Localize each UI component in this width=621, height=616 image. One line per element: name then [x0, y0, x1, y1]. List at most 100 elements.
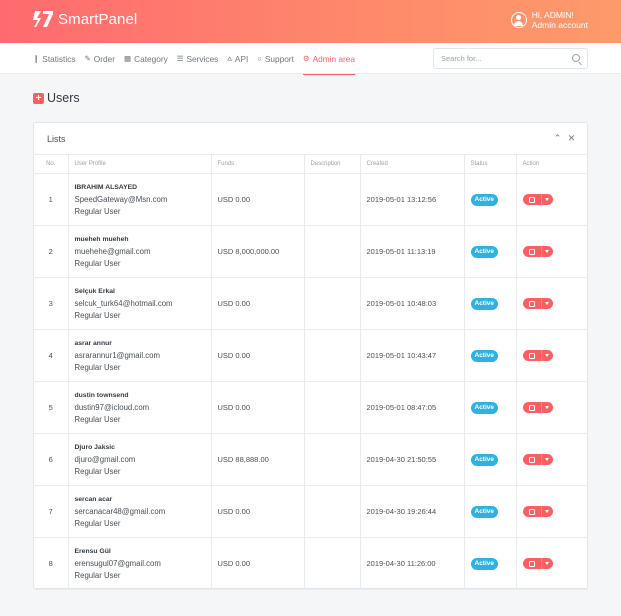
status-badge[interactable]: Active [470, 193, 499, 206]
user-email: selcuk_turk64@hotmail.com [74, 298, 173, 308]
action-cell [516, 329, 588, 382]
action-button-group [522, 194, 553, 205]
row-number: 1 [34, 173, 69, 226]
chat-icon: ○ [257, 54, 262, 63]
search-box [433, 48, 588, 69]
user-role: Regular User [74, 258, 121, 268]
action-dropdown-button[interactable] [542, 506, 553, 517]
account-menu[interactable]: Hi, ADMIN! Admin account [510, 10, 588, 30]
edit-button[interactable] [523, 194, 542, 205]
nav-item-statistics[interactable]: ❙ Statistics [33, 43, 76, 74]
nav-item-label: Order [93, 53, 116, 64]
status-badge[interactable]: Active [470, 401, 499, 414]
created-cell: 2019-04-30 21:50:55 [360, 433, 465, 486]
user-profile-cell: Djuro Jaksic djuro@gmail.com Regular User [68, 433, 212, 486]
status-cell: Active [464, 433, 517, 486]
action-dropdown-button[interactable] [542, 454, 553, 465]
created-cell: 2019-05-01 10:43:47 [360, 329, 465, 382]
action-button-group [522, 506, 553, 517]
user-name: dustin townsend [74, 391, 129, 399]
col-header-description[interactable]: Description [304, 154, 361, 174]
row-number: 4 [34, 329, 69, 382]
edit-button[interactable] [523, 402, 542, 413]
status-badge[interactable]: Active [470, 349, 499, 362]
description-cell [304, 433, 361, 486]
edit-button[interactable] [523, 506, 542, 517]
col-header-created[interactable]: Created [360, 154, 465, 174]
status-badge[interactable]: Active [470, 297, 499, 310]
edit-button[interactable] [523, 454, 542, 465]
status-cell: Active [464, 277, 517, 330]
user-role: Regular User [74, 362, 121, 372]
col-header-funds[interactable]: Funds [211, 154, 305, 174]
edit-button[interactable] [523, 246, 542, 257]
edit-icon [528, 404, 535, 411]
nav-item-label: Category [134, 53, 168, 64]
brand[interactable]: SmartPanel [32, 9, 137, 29]
description-cell [304, 485, 361, 538]
action-dropdown-button[interactable] [542, 350, 553, 361]
chevron-down-icon [545, 510, 549, 513]
status-badge[interactable]: Active [470, 557, 499, 570]
action-dropdown-button[interactable] [542, 194, 553, 205]
user-name: Djuro Jaksic [74, 443, 115, 451]
page-title-text: Users [47, 91, 80, 105]
status-cell: Active [464, 225, 517, 278]
col-header-action: Action [516, 154, 588, 174]
user-name: mueheh mueheh [74, 235, 129, 243]
description-cell [304, 173, 361, 226]
nav-item-support[interactable]: ○ Support [257, 43, 294, 74]
search-input[interactable] [434, 49, 564, 68]
action-dropdown-button[interactable] [542, 246, 553, 257]
nav-item-services[interactable]: ☰ Services [177, 43, 219, 74]
edit-icon [528, 352, 535, 359]
nav-item-api[interactable]: ⩟ API [227, 43, 248, 74]
edit-icon [528, 300, 535, 307]
table-row: 3 Selçuk Erkal selcuk_turk64@hotmail.com Re… [34, 277, 588, 330]
col-header-no[interactable]: No. [34, 154, 69, 174]
action-cell [516, 537, 588, 590]
user-profile-cell: asrar annur asrarannur1@gmail.com Regular … [68, 329, 212, 382]
description-cell [304, 537, 361, 590]
status-badge[interactable]: Active [470, 453, 499, 466]
user-name: Selçuk Erkal [74, 287, 115, 295]
action-button-group [522, 558, 553, 569]
collapse-icon[interactable]: ⌃ [552, 133, 563, 144]
user-profile-cell: Selçuk Erkal selcuk_turk64@hotmail.com Reg… [68, 277, 212, 330]
user-email: muehehe@gmail.com [74, 246, 151, 256]
nav-item-category[interactable]: ▦ Category [124, 43, 168, 74]
funds-cell: USD 0.00 [211, 173, 305, 226]
status-cell: Active [464, 329, 517, 382]
nav-item-order[interactable]: ✎ Order [85, 43, 116, 74]
edit-icon [528, 560, 535, 567]
edit-button[interactable] [523, 298, 542, 309]
user-name: IBRAHIM ALSAYED [74, 183, 138, 191]
search-icon[interactable] [572, 54, 580, 62]
close-icon[interactable]: ✕ [566, 133, 577, 144]
action-cell [516, 433, 588, 486]
col-header-status[interactable]: Status [464, 154, 517, 174]
status-cell: Active [464, 485, 517, 538]
status-badge[interactable]: Active [470, 245, 499, 258]
edit-button[interactable] [523, 558, 542, 569]
main-nav: ❙ Statistics ✎ Order ▦ Category ☰ Services ⩟ API ○… [33, 43, 364, 75]
card-header: Lists ⌃ ✕ [34, 123, 587, 155]
action-cell [516, 381, 588, 434]
col-header-user-profile[interactable]: User Profile [68, 154, 212, 174]
user-role: Regular User [74, 570, 121, 580]
settings-icon: ⚙ [302, 54, 310, 63]
user-role: Regular User [74, 466, 121, 476]
action-dropdown-button[interactable] [542, 558, 553, 569]
user-email: erensugul07@gmail.com [74, 558, 161, 568]
status-badge[interactable]: Active [470, 505, 499, 518]
nav-item-admin-area[interactable]: ⚙ Admin area [302, 43, 356, 75]
top-header: SmartPanel Hi, ADMIN! Admin account [0, 0, 621, 43]
action-dropdown-button[interactable] [542, 402, 553, 413]
edit-button[interactable] [523, 350, 542, 361]
action-cell [516, 225, 588, 278]
created-cell: 2019-05-01 11:13:19 [360, 225, 465, 278]
action-dropdown-button[interactable] [542, 298, 553, 309]
bar-chart-icon: ❙ [33, 54, 40, 63]
created-cell: 2019-04-30 19:26:44 [360, 485, 465, 538]
chevron-down-icon [545, 406, 549, 409]
